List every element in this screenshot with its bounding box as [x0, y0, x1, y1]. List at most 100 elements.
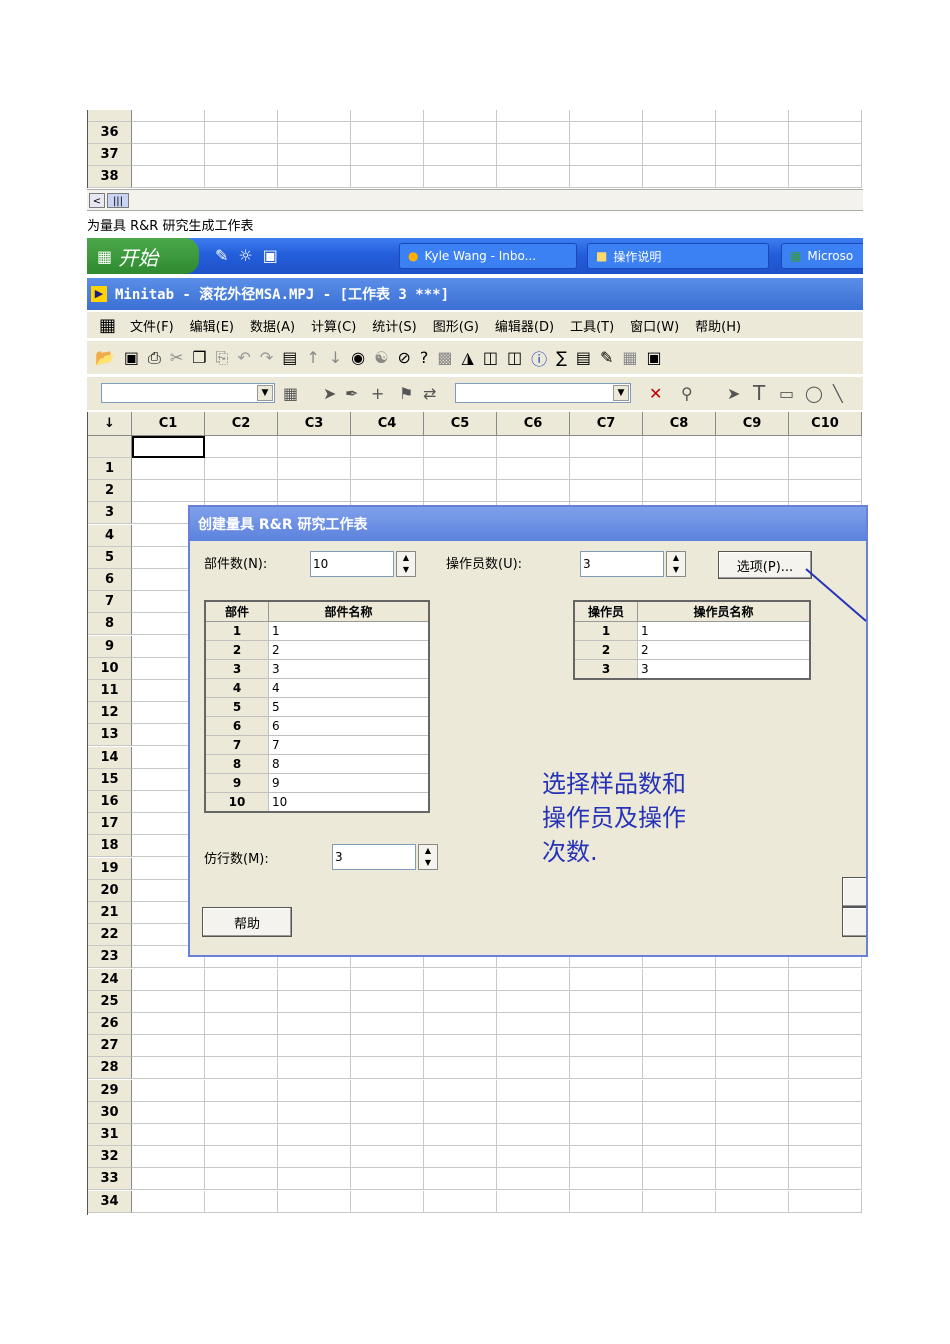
- column-name-cell[interactable]: [424, 436, 497, 458]
- worksheet-cell[interactable]: [278, 480, 351, 503]
- worksheet-cell[interactable]: [643, 1168, 716, 1191]
- worksheet-cell[interactable]: [351, 1079, 424, 1102]
- parts-count-input[interactable]: 10: [310, 551, 394, 577]
- worksheet-cell[interactable]: [424, 1168, 497, 1191]
- redo-icon[interactable]: ↷: [260, 348, 273, 367]
- worksheet-cell[interactable]: [424, 1124, 497, 1146]
- row-number[interactable]: 11: [88, 680, 132, 702]
- save-icon[interactable]: ▣: [124, 348, 139, 367]
- worksheet-cell[interactable]: [205, 110, 278, 122]
- quick-launch-app-icon[interactable]: ✎: [215, 246, 228, 265]
- worksheet-cell[interactable]: [716, 458, 789, 480]
- worksheet-cell[interactable]: [789, 1035, 862, 1058]
- text-tool-icon[interactable]: T: [753, 381, 765, 405]
- worksheet-cell[interactable]: [497, 1190, 570, 1213]
- worksheet-cell[interactable]: [351, 458, 424, 480]
- worksheet-cell[interactable]: [497, 166, 570, 188]
- worksheet-cell[interactable]: [132, 480, 205, 503]
- worksheet-cell[interactable]: [716, 1146, 789, 1169]
- worksheet-cell[interactable]: [205, 990, 278, 1013]
- worksheet-cell[interactable]: [643, 480, 716, 503]
- worksheet-cell[interactable]: [643, 458, 716, 480]
- worksheet-cell[interactable]: [643, 144, 716, 166]
- worksheet-cell[interactable]: [424, 166, 497, 188]
- worksheet-cell[interactable]: [424, 1057, 497, 1080]
- worksheet-cell[interactable]: [643, 1035, 716, 1058]
- worksheet-cell[interactable]: [570, 1013, 643, 1035]
- row-number[interactable]: [88, 110, 132, 122]
- worksheet-cell[interactable]: [424, 458, 497, 480]
- row-number[interactable]: 25: [88, 990, 132, 1013]
- worksheet-cell[interactable]: [278, 990, 351, 1013]
- worksheet-cell[interactable]: [351, 1124, 424, 1146]
- replace-icon[interactable]: ☯: [374, 348, 388, 367]
- worksheet-cell[interactable]: [643, 1057, 716, 1080]
- open-icon[interactable]: 📂: [95, 348, 115, 367]
- menu-item[interactable]: 工具(T): [562, 316, 622, 335]
- zoom-icon[interactable]: ⚲: [681, 384, 693, 403]
- ellipse-tool-icon[interactable]: ◯: [805, 384, 823, 403]
- worksheet-cell[interactable]: [278, 122, 351, 144]
- cancel-icon[interactable]: ⊘: [397, 348, 410, 367]
- worksheet-cell[interactable]: [205, 458, 278, 480]
- worksheet-cell[interactable]: [205, 1124, 278, 1146]
- worksheet-cell[interactable]: [205, 1013, 278, 1035]
- worksheet-cell[interactable]: [278, 1013, 351, 1035]
- column-header[interactable]: C3: [278, 412, 351, 436]
- worksheet-cell[interactable]: [570, 110, 643, 122]
- spin-down-icon[interactable]: ▼: [419, 857, 437, 869]
- worksheet-cell[interactable]: [497, 968, 570, 991]
- worksheet-cell[interactable]: [132, 1146, 205, 1169]
- task-button-excel[interactable]: ▦ Microso: [781, 243, 863, 269]
- internet-explorer-icon[interactable]: ☼: [238, 246, 252, 265]
- worksheet-cell[interactable]: [132, 1079, 205, 1102]
- name-input-cell[interactable]: 5: [268, 697, 430, 717]
- worksheet-cell[interactable]: [205, 1168, 278, 1191]
- task-button-email[interactable]: ● Kyle Wang - Inbo...: [399, 243, 577, 269]
- worksheet-cell[interactable]: [424, 1101, 497, 1124]
- worksheet-cell[interactable]: [278, 1057, 351, 1080]
- name-input-cell[interactable]: 4: [268, 678, 430, 698]
- up-arrow-icon[interactable]: ↑: [306, 348, 319, 367]
- show-graphs-icon[interactable]: ◫: [507, 348, 522, 367]
- row-number[interactable]: 9: [88, 635, 132, 658]
- name-input-cell[interactable]: 7: [268, 735, 430, 755]
- row-number[interactable]: 21: [88, 902, 132, 924]
- close-all-graphs-icon[interactable]: ▣: [647, 348, 662, 367]
- worksheet-cell[interactable]: [497, 122, 570, 144]
- brush-icon[interactable]: ✒: [345, 384, 358, 403]
- find-icon[interactable]: ◉: [351, 348, 365, 367]
- worksheet-cell[interactable]: [205, 1035, 278, 1058]
- worksheet-cell[interactable]: [643, 122, 716, 144]
- crosshair-icon[interactable]: +: [371, 384, 384, 403]
- row-number[interactable]: 7: [88, 591, 132, 614]
- rectangle-tool-icon[interactable]: ▭: [779, 384, 794, 403]
- worksheet-cell[interactable]: [205, 1190, 278, 1213]
- worksheet-cell[interactable]: [716, 1013, 789, 1035]
- replicates-input[interactable]: 3: [332, 844, 416, 870]
- worksheet-cell[interactable]: [789, 990, 862, 1013]
- menu-item[interactable]: 文件(F): [122, 316, 182, 335]
- worksheet-cell[interactable]: [497, 1013, 570, 1035]
- row-number[interactable]: 10: [88, 657, 132, 680]
- row-number[interactable]: 6: [88, 569, 132, 591]
- name-input-cell[interactable]: 1: [637, 621, 811, 641]
- worksheet-cell[interactable]: [497, 458, 570, 480]
- worksheet-cell[interactable]: [132, 1168, 205, 1191]
- worksheet-cell[interactable]: [497, 144, 570, 166]
- worksheet-cell[interactable]: [570, 1101, 643, 1124]
- column-header[interactable]: C9: [716, 412, 789, 436]
- worksheet-cell[interactable]: [497, 1079, 570, 1102]
- row-number[interactable]: 16: [88, 791, 132, 813]
- worksheet-cell[interactable]: [351, 968, 424, 991]
- worksheet-cell[interactable]: [789, 1079, 862, 1102]
- name-input-cell[interactable]: 1: [268, 621, 430, 641]
- worksheet-cell[interactable]: [278, 968, 351, 991]
- worksheet-cell[interactable]: [570, 1079, 643, 1102]
- worksheet-cell[interactable]: [497, 1057, 570, 1080]
- column-header[interactable]: C4: [351, 412, 424, 436]
- row-number[interactable]: 3: [88, 502, 132, 525]
- row-number[interactable]: 4: [88, 524, 132, 547]
- worksheet-cell[interactable]: [278, 1124, 351, 1146]
- column-header[interactable]: C2: [205, 412, 278, 436]
